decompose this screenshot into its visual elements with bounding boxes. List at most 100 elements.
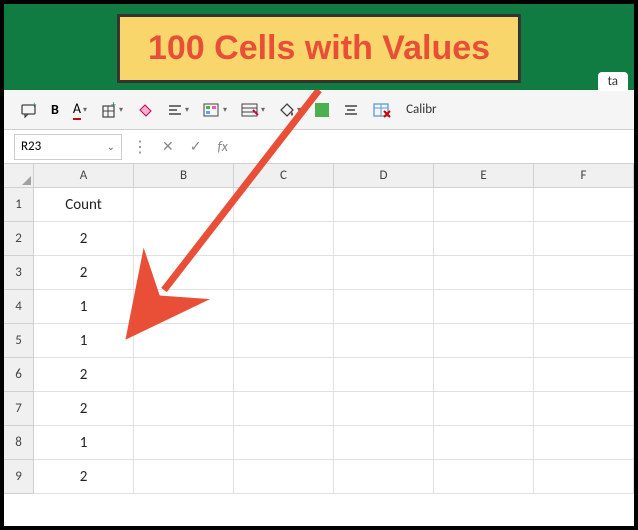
cell[interactable]: 1 [34,324,134,358]
font-name-box[interactable]: Calibr [406,102,437,117]
table-row: 22 [4,222,634,256]
formula-input[interactable] [240,135,540,159]
cell[interactable]: 2 [34,392,134,426]
column-header[interactable]: A [34,164,134,187]
table-row: 72 [4,392,634,426]
svg-text:+: + [111,102,116,111]
delete-table-button[interactable] [368,98,396,122]
insert-cells-button[interactable]: +▾ [96,98,128,122]
cell[interactable] [334,188,434,222]
cell[interactable] [334,358,434,392]
row-header[interactable]: 4 [4,290,34,324]
table-row: 41 [4,290,634,324]
cell[interactable] [234,426,334,460]
cell[interactable] [434,222,534,256]
cell[interactable] [534,188,634,222]
column-header[interactable]: D [334,164,434,187]
cell[interactable] [234,290,334,324]
cell[interactable] [234,324,334,358]
clear-button[interactable] [132,98,158,122]
cell[interactable] [534,324,634,358]
cell[interactable]: 2 [34,256,134,290]
cell[interactable] [134,460,234,494]
cell[interactable] [134,290,234,324]
comment-icon[interactable]: + [16,98,42,122]
cell[interactable] [434,392,534,426]
fill-color-button[interactable]: ▾ [274,98,306,122]
chevron-down-icon[interactable]: ⌄ [107,140,115,153]
center-align-button[interactable] [338,99,364,121]
cell[interactable] [534,392,634,426]
cell[interactable] [534,256,634,290]
table-row: 1Count [4,188,634,222]
row-header[interactable]: 3 [4,256,34,290]
callout-text: 100 Cells with Values [148,29,490,68]
row-header[interactable]: 5 [4,324,34,358]
row-header[interactable]: 2 [4,222,34,256]
cell[interactable] [134,324,234,358]
cell[interactable] [334,222,434,256]
table-style-button[interactable]: ▾ [236,98,270,122]
cell[interactable] [434,188,534,222]
cell[interactable] [434,426,534,460]
cell[interactable] [334,256,434,290]
cell[interactable]: 1 [34,426,134,460]
cell[interactable]: 2 [34,222,134,256]
cell[interactable] [334,290,434,324]
cell[interactable] [134,222,234,256]
row-header[interactable]: 9 [4,460,34,494]
cell[interactable] [434,460,534,494]
row-header[interactable]: 1 [4,188,34,222]
cell[interactable] [234,256,334,290]
cell[interactable] [434,324,534,358]
cell[interactable] [534,460,634,494]
column-header[interactable]: F [534,164,634,187]
cell[interactable] [434,290,534,324]
toolbar: + B A▾ +▾ ▾ ▾ ▾ ▾ Calibr [4,90,634,130]
cell[interactable] [434,256,534,290]
row-header[interactable]: 8 [4,426,34,460]
cell[interactable] [334,426,434,460]
cell[interactable]: 2 [34,460,134,494]
cell[interactable] [134,358,234,392]
cancel-icon[interactable]: ✕ [158,138,178,155]
fill-preview[interactable] [310,99,334,121]
cell[interactable] [134,392,234,426]
select-all-corner[interactable] [4,164,34,187]
cell[interactable]: 2 [34,358,134,392]
cell[interactable] [534,426,634,460]
align-button[interactable]: ▾ [162,99,194,121]
cell[interactable] [134,188,234,222]
cell[interactable] [534,290,634,324]
ribbon-tab-hint: ta [598,72,628,91]
cell[interactable] [534,358,634,392]
cell[interactable] [234,460,334,494]
cell[interactable]: Count [34,188,134,222]
column-header[interactable]: B [134,164,234,187]
row-header[interactable]: 6 [4,358,34,392]
confirm-icon[interactable]: ✓ [186,138,206,155]
fx-icon[interactable]: fx [213,138,231,155]
annotation-callout: 100 Cells with Values [117,14,521,83]
cell[interactable] [334,324,434,358]
cell[interactable] [234,358,334,392]
name-box[interactable]: R23 ⌄ [14,134,122,160]
cell[interactable] [234,222,334,256]
cell[interactable] [134,256,234,290]
font-color-button[interactable]: A▾ [68,96,92,124]
column-header[interactable]: C [234,164,334,187]
table-row: 62 [4,358,634,392]
cell[interactable] [234,188,334,222]
cell[interactable] [334,460,434,494]
cell[interactable] [434,358,534,392]
cell[interactable] [334,392,434,426]
cell[interactable] [234,392,334,426]
cell[interactable] [534,222,634,256]
column-header[interactable]: E [434,164,534,187]
conditional-format-button[interactable]: ▾ [198,98,232,122]
bold-button[interactable]: B [46,97,64,122]
cell[interactable]: 1 [34,290,134,324]
table-row: 92 [4,460,634,494]
row-header[interactable]: 7 [4,392,34,426]
cell[interactable] [134,426,234,460]
